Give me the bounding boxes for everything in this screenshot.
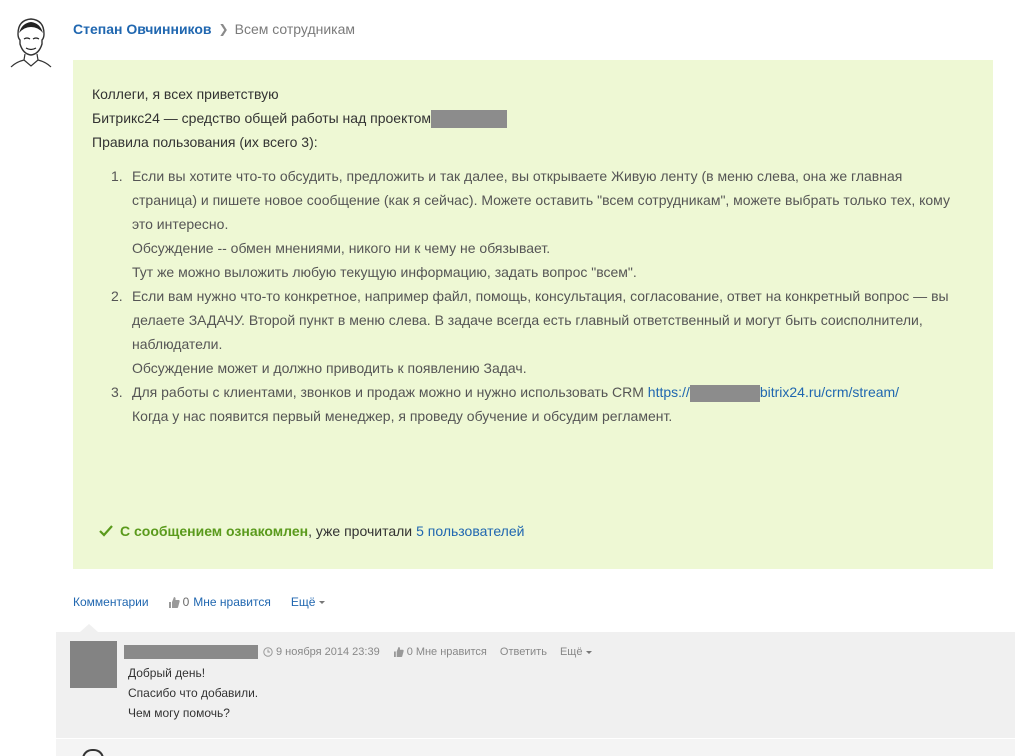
rule-line: Обсуждение может и должно приводить к по… <box>132 360 527 376</box>
reply-button[interactable]: Ответить <box>500 646 547 658</box>
commenter-avatar[interactable] <box>70 641 117 688</box>
rule-line: Для работы с клиентами, звонков и продаж… <box>132 384 900 402</box>
rule-number: 2. <box>111 288 123 304</box>
rule-line: страница) и пишете новое сообщение (как … <box>132 192 950 208</box>
check-icon <box>99 525 113 537</box>
next-comment-row <box>56 739 1015 756</box>
read-count-text: , уже прочитали <box>308 523 413 539</box>
readers-link[interactable]: 5 пользователей <box>416 523 524 539</box>
read-confirm-label[interactable]: С сообщением ознакомлен <box>120 523 308 539</box>
rule-line: Тут же можно выложить любую текущую инфо… <box>132 264 637 280</box>
crm-link[interactable]: https://bitrix24.ru/crm/stream/ <box>648 384 899 402</box>
redacted-portal-name <box>689 384 760 402</box>
comments-link[interactable]: Комментарии <box>73 595 149 609</box>
clock-icon <box>263 647 273 657</box>
comment-date[interactable]: 9 ноября 2014 23:39 <box>276 646 380 658</box>
read-status: С сообщением ознакомлен , уже прочитали … <box>99 523 524 539</box>
post-line: Коллеги, я всех приветствую <box>92 86 279 102</box>
more-menu-button[interactable]: Ещё <box>291 595 326 609</box>
rule-line: наблюдатели. <box>132 336 223 352</box>
author-name[interactable]: Степан Овчинников <box>73 21 212 37</box>
comment-text: Добрый день! Спасибо что добавили. Чем м… <box>128 663 258 723</box>
comment-line: Спасибо что добавили. <box>128 686 259 700</box>
post-intro: Коллеги, я всех приветствую Битрикс24 — … <box>92 82 508 154</box>
rule-line: Если вам нужно что-то конкретное, наприм… <box>132 288 949 304</box>
post-body: Коллеги, я всех приветствую Битрикс24 — … <box>73 60 993 569</box>
post-actions: Комментарии 0 Мне нравится Ещё <box>73 595 326 609</box>
rule-line: делаете ЗАДАЧУ. Второй пункт в меню слев… <box>132 312 923 328</box>
post-audience[interactable]: Всем сотрудникам <box>235 21 355 37</box>
thumbs-up-icon <box>393 647 404 657</box>
rule-item: 2. Если вам нужно что-то конкретное, нап… <box>111 284 971 380</box>
comment-item: 9 ноября 2014 23:39 0 Мне нравится Ответ… <box>56 632 1015 738</box>
redacted-project-name <box>431 110 508 129</box>
like-count: 0 <box>182 595 190 609</box>
rule-line: это интересно. <box>132 216 229 232</box>
post-line: Правила пользования (их всего 3): <box>92 134 318 150</box>
comment-line: Чем могу помочь? <box>128 706 230 720</box>
rule-item: 1. Если вы хотите что-то обсудить, предл… <box>111 164 971 284</box>
author-avatar[interactable] <box>8 14 54 68</box>
caret-down-icon <box>319 601 326 605</box>
comment-header: 9 ноября 2014 23:39 0 Мне нравится Ответ… <box>124 645 593 659</box>
next-commenter-avatar[interactable] <box>82 749 104 756</box>
comment-pointer <box>80 624 98 632</box>
thumbs-up-icon <box>168 596 180 608</box>
rule-line: Когда у нас появится первый менеджер, я … <box>132 408 673 424</box>
rule-line: Обсуждение -- обмен мнениями, никого ни … <box>132 240 551 256</box>
post-line-with-redaction: Битрикс24 — средство общей работы над пр… <box>92 106 508 130</box>
comment-line: Добрый день! <box>128 666 206 680</box>
rules-list: 1. Если вы хотите что-то обсудить, предл… <box>111 164 971 428</box>
rule-number: 1. <box>111 168 123 184</box>
comment-like-button[interactable]: Мне нравится <box>416 646 487 658</box>
post-header: Степан Овчинников ❯ Всем сотрудникам <box>73 21 355 37</box>
comment-more-button[interactable]: Ещё <box>560 646 593 658</box>
redacted-commenter-name[interactable] <box>124 645 258 659</box>
rule-line: Если вы хотите что-то обсудить, предложи… <box>132 168 903 184</box>
rule-number: 3. <box>111 384 123 400</box>
like-button[interactable]: Мне нравится <box>193 595 271 609</box>
comment-like-count: 0 <box>406 646 413 658</box>
rule-item: 3. Для работы с клиентами, звонков и про… <box>111 380 971 428</box>
caret-down-icon <box>586 650 593 654</box>
chevron-right-icon: ❯ <box>218 22 229 36</box>
